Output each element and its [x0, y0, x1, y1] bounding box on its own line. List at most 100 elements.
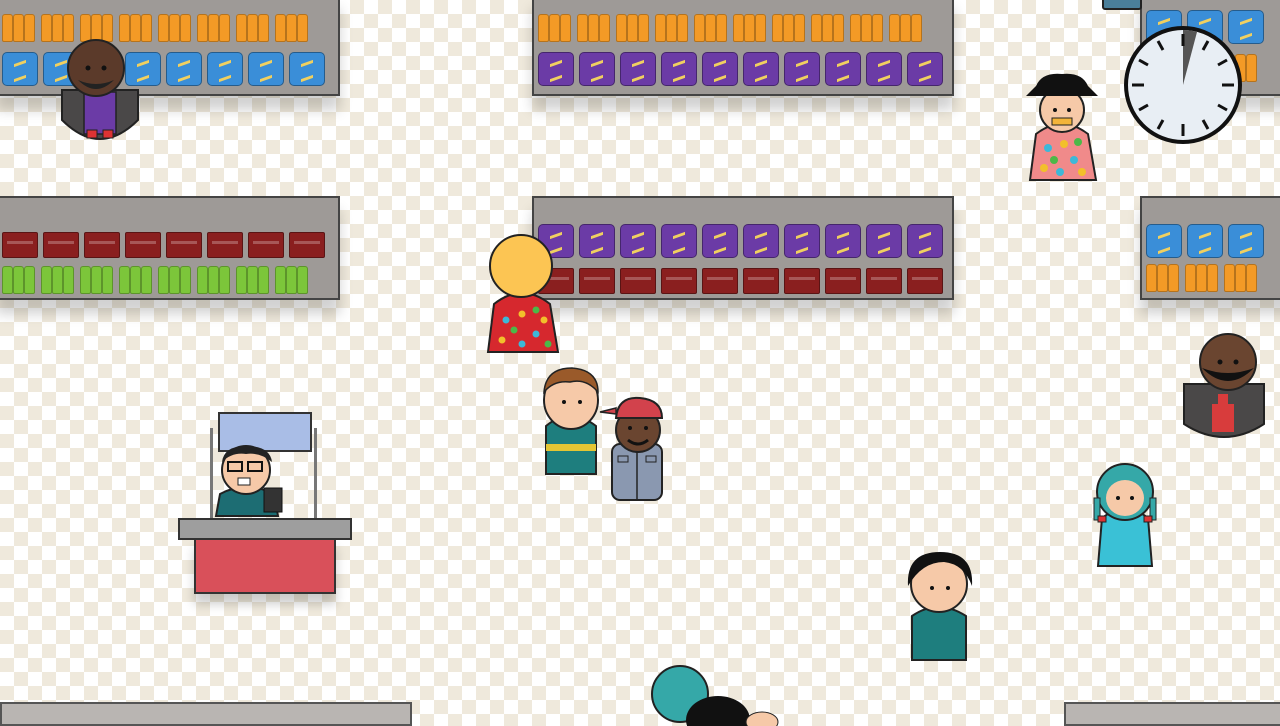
- purple-snack-bag: [620, 224, 656, 258]
- green-bottle-pack: [197, 264, 230, 294]
- red-cereal-box: [43, 232, 79, 258]
- orange-bottle-pack: [811, 12, 844, 42]
- shelf-row-red-boxes: [2, 232, 334, 258]
- orange-bottle-pack: [1224, 262, 1257, 292]
- red-cereal-box: [125, 232, 161, 258]
- purple-snack-bag: [825, 224, 861, 258]
- shopper-bald-bearded[interactable]: [1182, 332, 1268, 444]
- shelf-row-red-boxes: [538, 268, 948, 294]
- blue-snack-bag: [166, 52, 202, 86]
- player-brown-hair[interactable]: [542, 366, 602, 478]
- shelf-row-purple-bags: [538, 52, 948, 86]
- orange-bottle-pack: [275, 12, 308, 42]
- green-bottle-pack: [275, 264, 308, 294]
- blue-snack-bag: [289, 52, 325, 86]
- shopper-red-cap[interactable]: [599, 396, 668, 504]
- red-cereal-box: [248, 232, 284, 258]
- blue-snack-bag: [248, 52, 284, 86]
- purple-snack-bag: [866, 224, 902, 258]
- orange-bottle-pack: [889, 12, 922, 42]
- shopper-black-hair-bottom[interactable]: [684, 694, 780, 726]
- purple-snack-bag: [620, 52, 656, 86]
- red-cereal-box: [702, 268, 738, 294]
- orange-bottle-pack: [577, 12, 610, 42]
- checkout-pole-right: [314, 428, 317, 524]
- shopper-yellow-hair-floral[interactable]: [486, 234, 560, 354]
- shopper-bald-dark[interactable]: [58, 39, 142, 150]
- shelf-row-orange-bottles: [1146, 262, 1280, 292]
- blue-snack-bag: [2, 52, 38, 86]
- purple-snack-bag: [661, 52, 697, 86]
- green-bottle-pack: [236, 264, 269, 294]
- blue-snack-bag: [1228, 224, 1264, 258]
- red-cereal-box: [907, 268, 943, 294]
- green-bottle-pack: [80, 264, 113, 294]
- shelf-row-blue-bags: [1146, 224, 1280, 258]
- purple-snack-bag: [538, 52, 574, 86]
- shopper-teal-pigtails[interactable]: [1092, 460, 1158, 570]
- cashier-glasses[interactable]: [214, 445, 294, 517]
- purple-snack-bag: [784, 52, 820, 86]
- red-cereal-box: [166, 232, 202, 258]
- purple-snack-bag: [825, 52, 861, 86]
- orange-bottle-pack: [1146, 262, 1179, 292]
- shelf-mid-center: [532, 196, 954, 300]
- purple-snack-bag: [702, 52, 738, 86]
- blue-snack-bag: [1146, 224, 1182, 258]
- purple-snack-bag: [661, 224, 697, 258]
- purple-snack-bag: [907, 52, 943, 86]
- red-cereal-box: [207, 232, 243, 258]
- red-cereal-box: [84, 232, 120, 258]
- shelf-row-purple-bags: [538, 224, 948, 258]
- checkout-counter[interactable]: [178, 410, 352, 604]
- orange-bottle-pack: [119, 12, 152, 42]
- green-bottle-pack: [2, 264, 35, 294]
- orange-bottle-pack: [236, 12, 269, 42]
- red-cereal-box: [620, 268, 656, 294]
- purple-snack-bag: [784, 224, 820, 258]
- purple-snack-bag: [743, 224, 779, 258]
- shelf-mid-right: [1140, 196, 1280, 300]
- shelf-top-center: [532, 0, 954, 96]
- red-cereal-box: [743, 268, 779, 294]
- shelf-bottom-left: [0, 702, 412, 726]
- shelf-mid-left: [0, 196, 340, 300]
- orange-bottle-pack: [158, 12, 191, 42]
- orange-bottle-pack: [538, 12, 571, 42]
- red-cereal-box: [2, 232, 38, 258]
- orange-bottle-pack: [80, 12, 113, 42]
- purple-snack-bag: [579, 224, 615, 258]
- shelf-sign: [1102, 0, 1142, 10]
- green-bottle-pack: [41, 264, 74, 294]
- orange-bottle-pack: [616, 12, 649, 42]
- purple-snack-bag: [702, 224, 738, 258]
- red-cereal-box: [289, 232, 325, 258]
- shelf-top-left: [0, 0, 340, 96]
- orange-bottle-pack: [850, 12, 883, 42]
- red-cereal-box: [784, 268, 820, 294]
- orange-bottle-pack: [2, 12, 35, 42]
- shelf-row-orange-bottles: [2, 12, 334, 42]
- checkout-pole-left: [210, 428, 213, 524]
- shelf-row-blue-bags: [2, 52, 334, 86]
- orange-bottle-pack: [733, 12, 766, 42]
- shelf-row-green-bottles: [2, 264, 334, 294]
- purple-snack-bag: [866, 52, 902, 86]
- orange-bottle-pack: [197, 12, 230, 42]
- shopper-black-hair[interactable]: [904, 550, 976, 662]
- orange-bottle-pack: [1185, 262, 1218, 292]
- checkout-counter-front: [194, 538, 336, 594]
- blue-snack-bag: [207, 52, 243, 86]
- orange-bottle-pack: [41, 12, 74, 42]
- orange-bottle-pack: [772, 12, 805, 42]
- green-bottle-pack: [119, 264, 152, 294]
- shelf-bottom-right: [1064, 702, 1280, 726]
- red-cereal-box: [579, 268, 615, 294]
- red-cereal-box: [661, 268, 697, 294]
- orange-bottle-pack: [694, 12, 727, 42]
- purple-snack-bag: [743, 52, 779, 86]
- checkout-counter-top: [178, 518, 352, 540]
- shopper-hat-floral[interactable]: [1022, 72, 1104, 184]
- orange-bottle-pack: [655, 12, 688, 42]
- wall-clock-icon: [1124, 26, 1242, 144]
